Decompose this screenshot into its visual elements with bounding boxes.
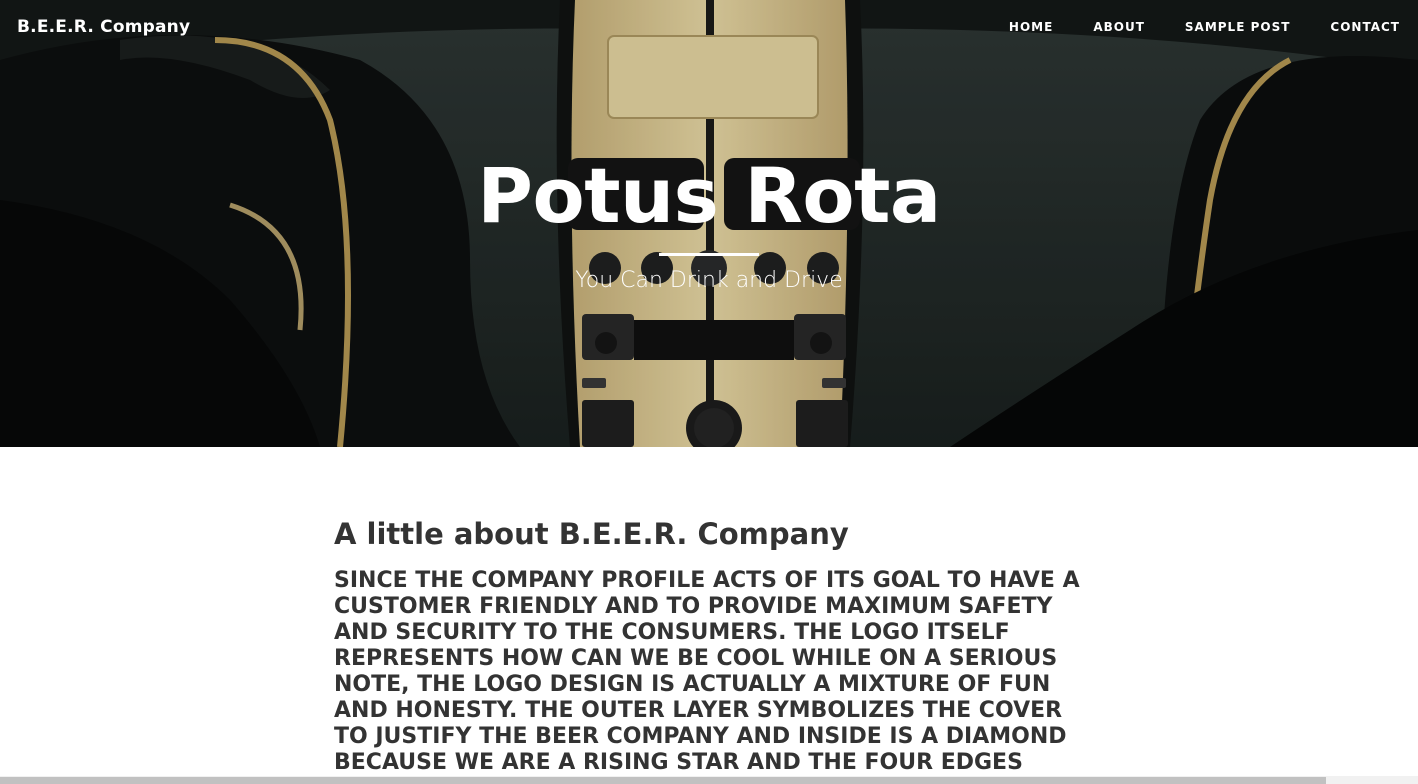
nav-about-link[interactable]: ABOUT <box>1093 20 1145 34</box>
hero-title: Potus Rota <box>477 151 941 240</box>
about-heading: A little about B.E.E.R. Company <box>334 517 849 551</box>
nav-home-link[interactable]: HOME <box>1009 20 1053 34</box>
main-content: A little about B.E.E.R. Company SINCE TH… <box>334 512 1094 776</box>
about-body-text: SINCE THE COMPANY PROFILE ACTS OF ITS GO… <box>334 568 1080 775</box>
hero-subtitle: You Can Drink and Drive <box>575 268 843 293</box>
nav-sample-post-link[interactable]: SAMPLE POST <box>1185 20 1291 34</box>
brand-link[interactable]: B.E.E.R. Company <box>17 17 190 37</box>
hero-divider <box>659 253 759 256</box>
nav-contact-link[interactable]: CONTACT <box>1330 20 1400 34</box>
main-nav: HOME ABOUT SAMPLE POST CONTACT <box>969 20 1400 34</box>
horizontal-scrollbar[interactable] <box>0 776 1418 784</box>
hero-header: B.E.E.R. Company HOME ABOUT SAMPLE POST … <box>0 0 1418 447</box>
scrollbar-thumb[interactable] <box>0 777 1326 784</box>
